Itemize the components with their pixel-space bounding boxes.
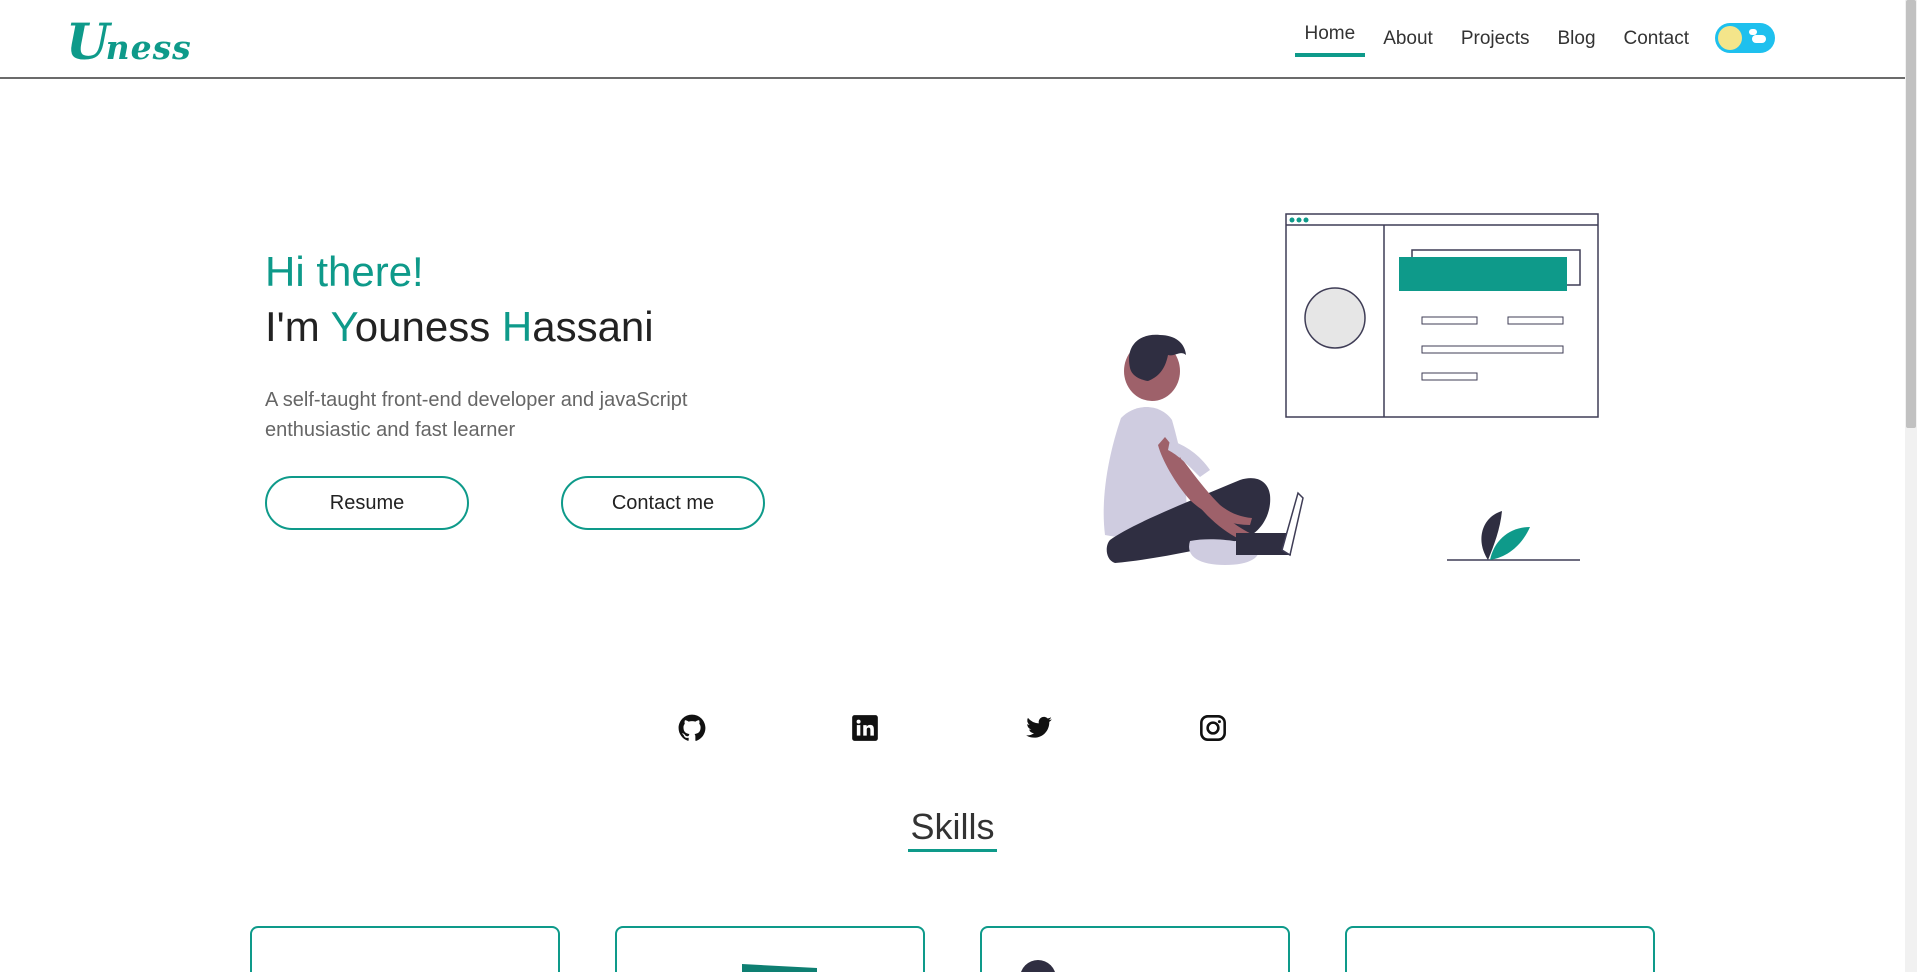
- hero-greeting: Hi there!: [265, 248, 424, 295]
- instagram-icon[interactable]: [1199, 714, 1227, 742]
- nav-contact[interactable]: Contact: [1614, 22, 1699, 60]
- skill-card-image: [1020, 960, 1056, 972]
- skills-title: Skills: [908, 806, 997, 852]
- site-header: Uness Home About Projects Blog Contact: [0, 0, 1905, 79]
- nav-about[interactable]: About: [1373, 22, 1443, 60]
- person-graphic: [1103, 334, 1304, 565]
- main-nav: Home About Projects Blog Contact: [1287, 22, 1775, 60]
- developer-illustration: [1103, 213, 1599, 565]
- linkedin-icon[interactable]: [851, 714, 879, 742]
- skill-card-image: [742, 964, 817, 972]
- sun-icon: [1718, 26, 1742, 50]
- last-rest: assani: [532, 303, 654, 350]
- logo-text: ness: [105, 28, 192, 67]
- last-initial: H: [501, 303, 533, 350]
- theme-toggle[interactable]: [1715, 23, 1775, 53]
- cloud-icon: [1752, 35, 1766, 43]
- github-icon[interactable]: [678, 714, 706, 742]
- first-rest: ouness: [354, 303, 502, 350]
- nav-blog[interactable]: Blog: [1547, 22, 1605, 60]
- plant-graphic: [1447, 511, 1580, 561]
- logo-initial: U: [66, 12, 110, 71]
- first-initial: Y: [330, 303, 355, 350]
- resume-button[interactable]: Resume: [265, 476, 469, 530]
- nav-home[interactable]: Home: [1294, 17, 1366, 57]
- name-prefix: I'm: [265, 303, 331, 350]
- hero-description: A self-taught front-end developer and ja…: [265, 389, 688, 441]
- hero-name: I'm Youness Hassani: [265, 303, 654, 351]
- browser-window-graphic: [1285, 213, 1599, 418]
- skills-heading: Skills: [0, 806, 1905, 852]
- skill-card[interactable]: [1345, 926, 1655, 972]
- skill-card[interactable]: [250, 926, 560, 972]
- scrollbar-thumb[interactable]: [1906, 0, 1916, 428]
- skill-card[interactable]: [615, 926, 925, 972]
- nav-projects[interactable]: Projects: [1451, 22, 1540, 60]
- scrollbar[interactable]: [1905, 0, 1917, 972]
- skill-card[interactable]: [980, 926, 1290, 972]
- twitter-icon[interactable]: [1025, 714, 1053, 742]
- contact-me-button[interactable]: Contact me: [561, 476, 765, 530]
- logo[interactable]: Uness: [66, 12, 192, 71]
